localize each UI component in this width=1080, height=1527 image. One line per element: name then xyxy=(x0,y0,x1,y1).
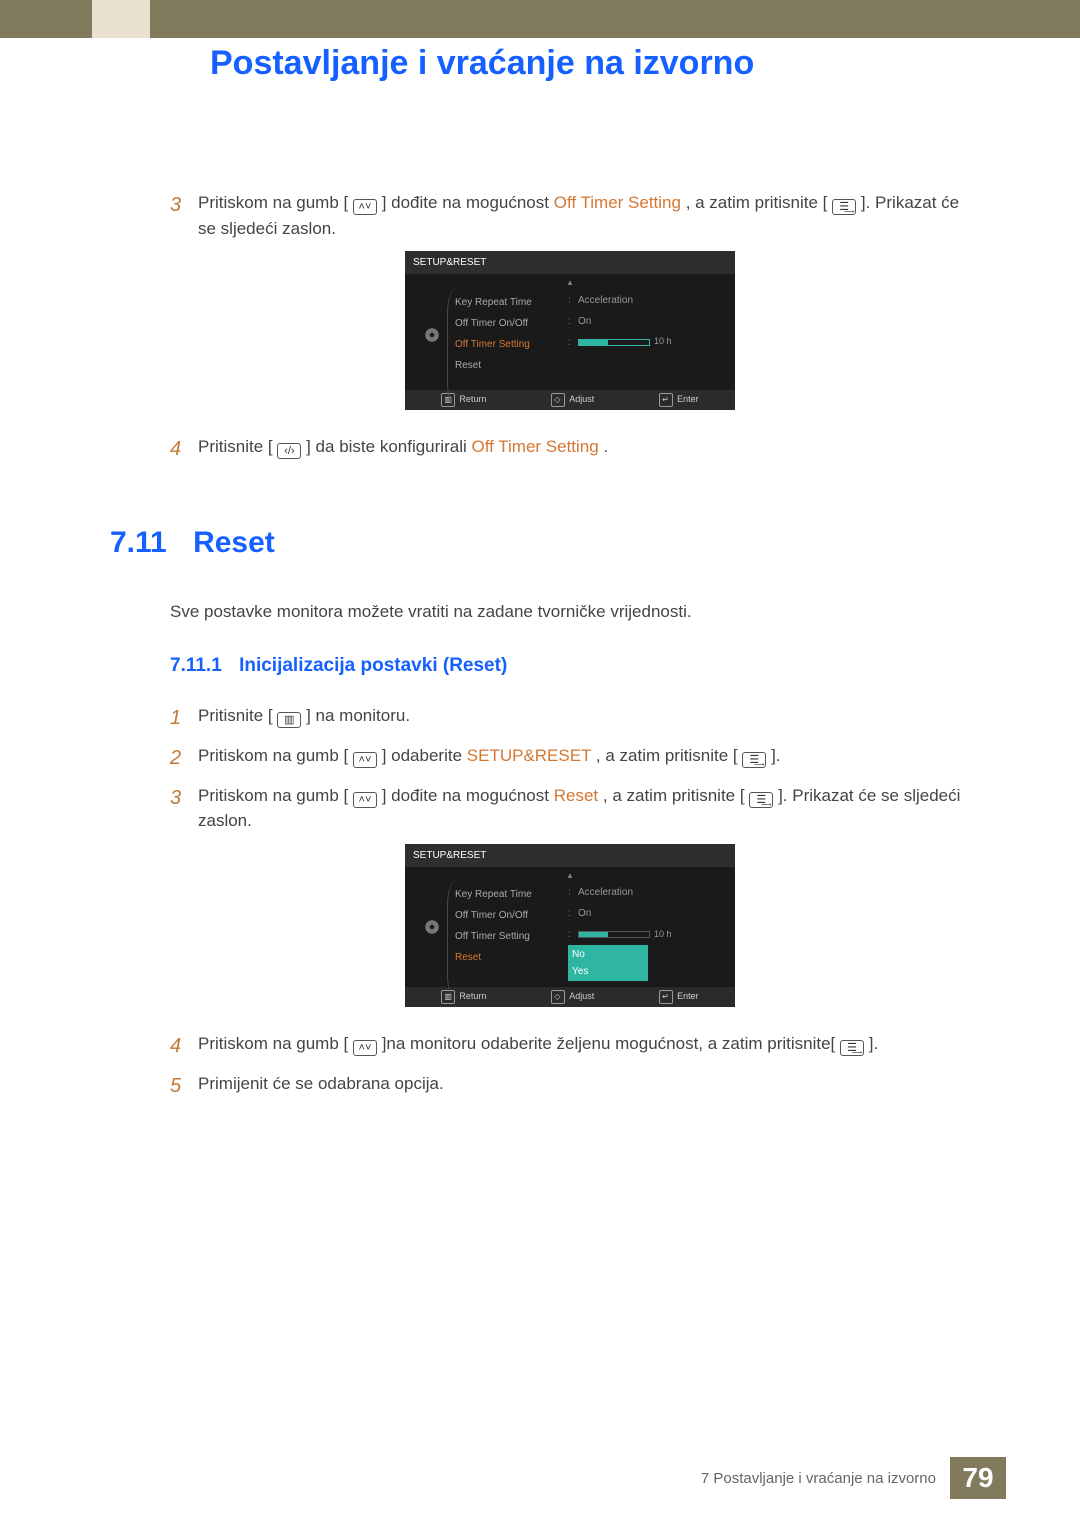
osd-value: Acceleration xyxy=(578,293,633,308)
step-number: 4 xyxy=(170,1031,198,1061)
updown-icon: ˄˅ xyxy=(353,199,377,215)
osd-footer-label: Enter xyxy=(677,990,699,1004)
step-number: 4 xyxy=(170,434,198,464)
osd-item: Off Timer On/Off xyxy=(455,905,566,926)
highlight-text: Reset xyxy=(554,786,598,805)
osd-slider xyxy=(578,339,650,346)
step-b3: 3 Pritiskom na gumb [ ˄˅ ] dođite na mog… xyxy=(170,783,970,834)
updown-icon: ˄˅ xyxy=(353,752,377,768)
step-a4: 4 Pritisnite [ ‹/› ] da biste konfigurir… xyxy=(170,434,970,464)
text: ] odaberite xyxy=(382,746,467,765)
step-number: 2 xyxy=(170,743,198,773)
step-b5: 5 Primijenit će se odabrana opcija. xyxy=(170,1071,970,1101)
text: Pritiskom na gumb [ xyxy=(198,786,348,805)
text: . xyxy=(603,437,608,456)
section-number: 7.11 xyxy=(110,526,167,559)
adjust-icon: ◇ xyxy=(551,990,565,1004)
text: Pritiskom na gumb [ xyxy=(198,193,348,212)
step-number: 5 xyxy=(170,1071,198,1101)
text: Pritisnite [ xyxy=(198,706,277,725)
osd-value: Acceleration xyxy=(578,885,633,900)
osd-arrow-up-icon: ▴ xyxy=(405,274,735,290)
step-number: 3 xyxy=(170,190,198,241)
osd-item: Off Timer On/Off xyxy=(455,313,566,334)
text: Pritiskom na gumb [ xyxy=(198,746,348,765)
osd-value: On xyxy=(578,314,591,329)
text: , a zatim pritisnite [ xyxy=(686,193,828,212)
text: , a zatim pritisnite [ xyxy=(603,786,745,805)
enter-icon: ↵ xyxy=(659,393,673,407)
osd-item-selected: Off Timer Setting xyxy=(455,334,566,355)
text: ]. xyxy=(869,1034,878,1053)
gear-icon xyxy=(423,326,441,344)
page-footer: 7 Postavljanje i vraćanje na izvorno 79 xyxy=(0,1457,1080,1499)
text: ] da biste konfigurirali xyxy=(306,437,471,456)
updown-icon: ˄˅ xyxy=(353,792,377,808)
text: Pritiskom na gumb [ xyxy=(198,1034,348,1053)
step-b2: 2 Pritiskom na gumb [ ˄˅ ] odaberite SET… xyxy=(170,743,970,773)
step-number: 1 xyxy=(170,703,198,733)
osd-window-1: SETUP&RESET ▴ Key Repeat Time Off Timer … xyxy=(405,251,735,410)
text: ] dođite na mogućnost xyxy=(382,193,554,212)
enter-icon: ☰͢ xyxy=(832,199,856,215)
osd-title: SETUP&RESET xyxy=(405,251,735,274)
step-b1: 1 Pritisnite [ ▥ ] na monitoru. xyxy=(170,703,970,733)
subsection-heading: 7.11.1 Inicijalizacija postavki (Reset) xyxy=(170,652,970,681)
step-b4: 4 Pritiskom na gumb [ ˄˅ ]na monitoru od… xyxy=(170,1031,970,1061)
text: ]. xyxy=(771,746,780,765)
osd-item: Reset xyxy=(455,355,566,376)
osd-window-2: SETUP&RESET ▴ Key Repeat Time Off Timer … xyxy=(405,844,735,1008)
enter-icon: ☰͢ xyxy=(840,1040,864,1056)
osd-title: SETUP&RESET xyxy=(405,844,735,867)
text: Pritisnite [ xyxy=(198,437,273,456)
text: , a zatim pritisnite [ xyxy=(596,746,738,765)
enter-icon: ☰͢ xyxy=(742,752,766,768)
osd-item: Key Repeat Time xyxy=(455,884,566,905)
text: Primijenit će se odabrana opcija. xyxy=(198,1071,970,1101)
gear-icon xyxy=(423,918,441,936)
osd-item: Key Repeat Time xyxy=(455,292,566,313)
updown-icon: ˄˅ xyxy=(353,1040,377,1056)
osd-value: 10 h xyxy=(654,335,672,349)
osd-value: 10 h xyxy=(654,928,672,942)
highlight-text: SETUP&RESET xyxy=(467,746,591,765)
text: ] na monitoru. xyxy=(306,706,410,725)
osd-option: Yes xyxy=(572,963,644,980)
menu-icon: ▥ xyxy=(277,712,301,728)
enter-icon: ↵ xyxy=(659,990,673,1004)
section-heading: 7.11 Reset xyxy=(110,520,970,565)
section-intro: Sve postavke monitora možete vratiti na … xyxy=(170,599,970,625)
topbar xyxy=(0,0,1080,38)
adjust-icon: ◇ xyxy=(551,393,565,407)
step-number: 3 xyxy=(170,783,198,834)
enter-icon: ☰͢ xyxy=(749,792,773,808)
highlight-text: Off Timer Setting xyxy=(554,193,681,212)
topbar-tab xyxy=(92,0,150,38)
osd-item-selected: Reset xyxy=(455,947,566,968)
osd-slider xyxy=(578,931,650,938)
osd-footer-label: Enter xyxy=(677,393,699,407)
text: ]na monitoru odaberite željenu mogućnost… xyxy=(382,1034,836,1053)
osd-footer-label: Adjust xyxy=(569,990,594,1004)
osd-item: Off Timer Setting xyxy=(455,926,566,947)
step-a3: 3 Pritiskom na gumb [ ˄˅ ] dođite na mog… xyxy=(170,190,970,241)
page-number: 79 xyxy=(950,1457,1006,1499)
section-title: Reset xyxy=(193,526,275,559)
subsection-title: Inicijalizacija postavki (Reset) xyxy=(239,655,507,676)
footer-chapter: 7 Postavljanje i vraćanje na izvorno xyxy=(701,1457,950,1499)
subsection-number: 7.11.1 xyxy=(170,655,222,676)
highlight-text: Off Timer Setting xyxy=(471,437,598,456)
chapter-title: Postavljanje i vraćanje na izvorno xyxy=(0,44,1080,83)
osd-footer-label: Adjust xyxy=(569,393,594,407)
osd-option: No xyxy=(572,946,644,963)
leftright-icon: ‹/› xyxy=(277,443,301,459)
osd-reset-dropdown: No Yes xyxy=(568,945,648,981)
osd-value: On xyxy=(578,906,591,921)
text: ] dođite na mogućnost xyxy=(382,786,554,805)
